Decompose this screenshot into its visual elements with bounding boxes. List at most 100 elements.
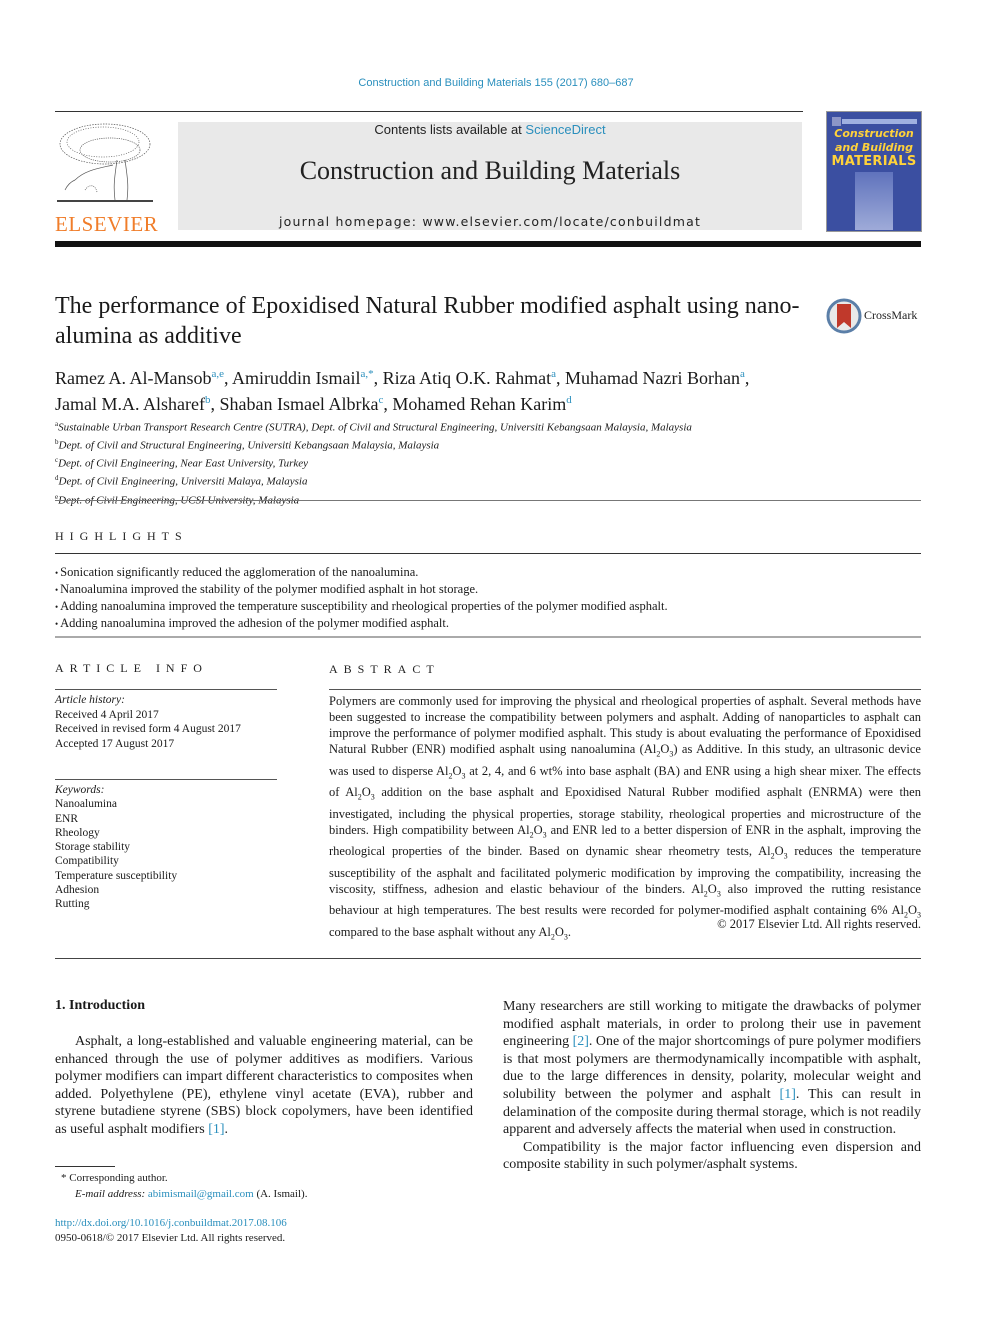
elsevier-wordmark: ELSEVIER [55, 212, 159, 236]
affiliation: dDept. of Civil Engineering, Universiti … [55, 471, 925, 489]
elsevier-tree-icon [57, 123, 153, 202]
author[interactable]: Shaban Ismael Albrka [219, 394, 378, 414]
chemical-formula: Al2O3 [691, 881, 721, 899]
front-matter-divider [55, 958, 921, 959]
highlight-item: Sonication significantly reduced the agg… [55, 564, 921, 581]
reference-link[interactable]: [2] [573, 1034, 589, 1049]
affiliation-text: Dept. of Civil Engineering, Universiti M… [58, 476, 308, 489]
elsevier-logo[interactable]: ELSEVIER [55, 120, 159, 236]
author[interactable]: Ramez A. Al-Mansob [55, 368, 211, 388]
abstract-heading: ABSTRACT [329, 662, 440, 676]
chemical-formula: Al2O3 [517, 822, 547, 840]
affiliation: aSustainable Urban Transport Research Ce… [55, 417, 925, 435]
affiliation-text: Dept. of Civil and Structural Engineerin… [58, 439, 440, 452]
sciencedirect-link[interactable]: ScienceDirect [525, 122, 605, 137]
article-info-heading: ARTICLE INFO [55, 661, 208, 675]
author-separator: , [224, 368, 233, 388]
cover-strip [842, 119, 917, 124]
affiliation: bDept. of Civil and Structural Engineeri… [55, 435, 925, 453]
journal-banner: Contents lists available at ScienceDirec… [178, 122, 802, 230]
affiliation-list: aSustainable Urban Transport Research Ce… [55, 417, 925, 508]
crossmark-button[interactable]: CrossMark [826, 298, 926, 334]
abstract-text: Polymers are commonly used for improving… [329, 694, 921, 941]
keyword: Compatibility [55, 855, 119, 868]
author-list: Ramez A. Al-Mansoba,e, Amiruddin Ismaila… [55, 363, 925, 415]
keyword: Rutting [55, 898, 90, 911]
contents-prefix: Contents lists available at [374, 122, 526, 137]
history-accepted: Accepted 17 August 2017 [55, 737, 175, 750]
abstract-divider [329, 689, 921, 690]
journal-homepage-link[interactable]: journal homepage: www.elsevier.com/locat… [178, 214, 802, 229]
intro-paragraph: Asphalt, a long-established and valuable… [55, 1034, 473, 1137]
keywords-label: Keywords: [55, 784, 105, 796]
cover-glow [855, 172, 893, 230]
cover-title: Construction and Building MATERIALS [827, 127, 921, 169]
journal-citation-link[interactable]: Construction and Building Materials 155 … [0, 77, 992, 89]
author-affiliation-marker[interactable]: a,e [211, 368, 224, 380]
article-title: The performance of Epoxidised Natural Ru… [55, 293, 800, 349]
keyword: Rheology [55, 826, 100, 839]
reference-link[interactable]: [1] [208, 1122, 224, 1137]
keywords-list: Keywords: Nanoalumina ENR Rheology Stora… [55, 783, 285, 912]
history-revised: Received in revised form 4 August 2017 [55, 723, 241, 735]
keyword: Storage stability [55, 841, 131, 854]
chemical-formula: Al2O3 [891, 903, 921, 920]
article-history: Article history: Received 4 April 2017 R… [55, 693, 285, 751]
email-link[interactable]: abimismail@gmail.com [148, 1188, 254, 1200]
keyword: Nanoalumina [55, 798, 117, 811]
crossmark-icon [826, 298, 862, 334]
header-thick-divider [55, 241, 921, 247]
highlights-divider [55, 553, 921, 554]
cover-title-line2: and Building [834, 141, 914, 154]
highlights-bottom-divider [55, 636, 921, 638]
author-separator: , [744, 368, 750, 388]
issn-copyright: 0950-0618/© 2017 Elsevier Ltd. All right… [55, 1232, 286, 1244]
affiliation: eDept. of Civil Engineering, UCSI Univer… [55, 490, 925, 508]
doi-link[interactable]: http://dx.doi.org/10.1016/j.conbuildmat.… [55, 1216, 475, 1231]
author[interactable]: Amiruddin Ismail [232, 368, 361, 388]
author-affiliation-marker[interactable]: d [566, 394, 572, 406]
chemical-formula: Al2O3 [758, 844, 788, 861]
author[interactable]: Riza Atiq O.K. Rahmat [383, 368, 551, 388]
affiliation: cDept. of Civil Engineering, Near East U… [55, 453, 925, 471]
corresponding-author-note: * Corresponding author. [61, 1172, 168, 1184]
journal-cover-image[interactable]: Construction and Building MATERIALS [826, 111, 922, 232]
keyword: Temperature susceptibility [55, 869, 178, 882]
keywords-divider [55, 779, 277, 780]
reference-link[interactable]: [1] [780, 1087, 796, 1102]
author-affiliation-marker[interactable]: a,* [361, 368, 374, 380]
introduction-heading: 1. Introduction [55, 998, 145, 1013]
email-line: E-mail address: abimismail@gmail.com (A.… [75, 1188, 308, 1200]
journal-title: Construction and Building Materials [299, 156, 681, 185]
author[interactable]: Jamal M.A. Alsharef [55, 394, 205, 414]
doi-block: http://dx.doi.org/10.1016/j.conbuildmat.… [55, 1216, 475, 1246]
intro-paragraph: Compatibility is the major factor influe… [503, 1139, 921, 1173]
article-info-divider [55, 689, 277, 690]
highlight-item: Adding nanoalumina improved the temperat… [55, 598, 921, 615]
keyword: Adhesion [55, 884, 100, 897]
contents-line: Contents lists available at ScienceDirec… [178, 122, 802, 137]
affiliations-divider [55, 500, 921, 501]
introduction-column-1: Asphalt, a long-established and valuable… [55, 1033, 473, 1139]
author[interactable]: Muhamad Nazri Borhan [565, 368, 740, 388]
affiliation-text: Dept. of Civil Engineering, Near East Un… [58, 457, 309, 470]
cover-title-line3: MATERIALS [831, 154, 917, 169]
chemical-formula: Al2O3 [436, 763, 466, 781]
abstract-copyright: © 2017 Elsevier Ltd. All rights reserved… [717, 917, 921, 931]
affiliation-text: Sustainable Urban Transport Research Cen… [58, 421, 692, 434]
author-separator: , [556, 368, 566, 388]
header-divider [55, 111, 803, 112]
history-received: Received 4 April 2017 [55, 708, 159, 721]
footnote-divider [55, 1166, 115, 1167]
cover-title-line1: Construction [834, 127, 914, 140]
introduction-column-2: Many researchers are still working to mi… [503, 998, 921, 1174]
cover-publisher-icon [832, 117, 841, 126]
highlights-heading: HIGHLIGHTS [55, 529, 188, 543]
intro-paragraph: Many researchers are still working to mi… [503, 999, 921, 1138]
author[interactable]: Mohamed Rehan Karim [392, 394, 566, 414]
highlight-item: Adding nanoalumina improved the adhesion… [55, 615, 921, 632]
keyword: ENR [55, 812, 78, 825]
author-separator: , [373, 368, 383, 388]
chemical-formula: Al2O3 [345, 785, 375, 802]
article-history-label: Article history: [55, 694, 125, 706]
